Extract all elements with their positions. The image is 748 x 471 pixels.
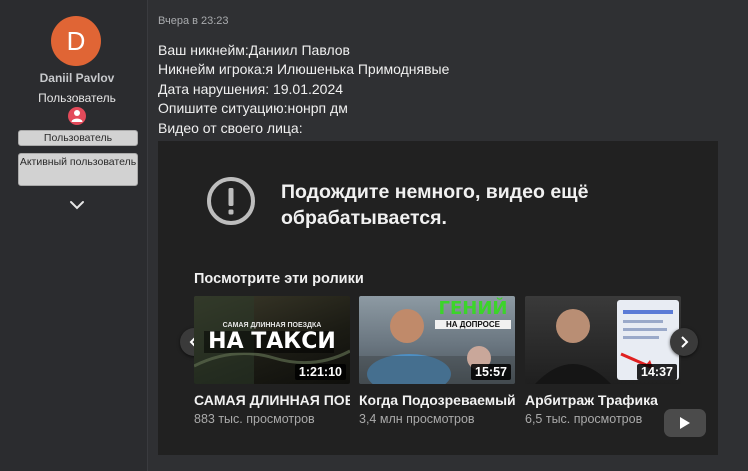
suggestions-heading: Посмотрите эти ролики bbox=[194, 271, 364, 287]
youtube-logo-icon[interactable] bbox=[664, 409, 706, 437]
suggested-video-card[interactable]: 14:37 Арбитраж Трафика 6,5 тыс. просмотр… bbox=[525, 296, 681, 426]
message-author-sidebar: D Daniil Pavlov Пользователь Пользовател… bbox=[0, 0, 148, 471]
video-title[interactable]: Арбитраж Трафика bbox=[525, 392, 681, 408]
video-duration: 15:57 bbox=[471, 364, 511, 380]
video-duration: 14:37 bbox=[637, 364, 677, 380]
post-line-video: Видео от своего лица: bbox=[158, 119, 303, 136]
thumbnail-overlay-title: НА ТАКСИ bbox=[208, 329, 336, 354]
video-views: 6,5 тыс. просмотров bbox=[525, 412, 643, 426]
user-role-icon bbox=[68, 107, 86, 125]
thumbnail-overlay-title: НА ДОПРОСЕ bbox=[435, 320, 511, 329]
user-banner-active: Активный пользователь bbox=[18, 153, 138, 186]
video-thumbnail[interactable]: САМАЯ ДЛИННАЯ ПОЕЗДКА НА ТАКСИ 1:21:10 bbox=[194, 296, 350, 384]
post-body: Ваш никнейм:Даниил Павлов Никнейм игрока… bbox=[158, 41, 449, 138]
user-banner-member: Пользователь bbox=[18, 130, 138, 146]
video-thumbnail[interactable]: 14:37 bbox=[525, 296, 681, 384]
video-thumbnail[interactable]: ГЕНИЙ НА ДОПРОСЕ 15:57 bbox=[359, 296, 515, 384]
video-title[interactable]: Когда Подозреваемый Гений на допросе bbox=[359, 392, 515, 408]
suggested-video-card[interactable]: ГЕНИЙ НА ДОПРОСЕ 15:57 Когда Подозреваем… bbox=[359, 296, 515, 426]
play-icon bbox=[680, 417, 690, 429]
video-duration: 1:21:10 bbox=[294, 364, 346, 380]
chevron-down-icon[interactable] bbox=[69, 200, 85, 210]
processing-message: Подождите немного, видео ещё обрабатывае… bbox=[281, 181, 589, 229]
thumbnail-overlay-caption: САМАЯ ДЛИННАЯ ПОЕЗДКА bbox=[222, 322, 322, 329]
exclamation-circle-icon bbox=[207, 177, 255, 225]
post-line-situation: Опишите ситуацию:нонрп дм bbox=[158, 100, 348, 117]
message-content: Вчера в 23:23 Ваш никнейм:Даниил Павлов … bbox=[158, 0, 743, 471]
post-line-date: Дата нарушения: 19.01.2024 bbox=[158, 80, 344, 97]
post-line-nickname: Ваш никнейм:Даниил Павлов bbox=[158, 42, 350, 58]
carousel-next-button[interactable] bbox=[670, 328, 698, 356]
video-views: 3,4 млн просмотров bbox=[359, 412, 475, 426]
embedded-video-player[interactable]: Подождите немного, видео ещё обрабатывае… bbox=[158, 141, 718, 455]
suggested-video-card[interactable]: САМАЯ ДЛИННАЯ ПОЕЗДКА НА ТАКСИ 1:21:10 С… bbox=[194, 296, 350, 426]
author-name[interactable]: Daniil Pavlov bbox=[0, 71, 154, 85]
avatar[interactable]: D bbox=[51, 16, 101, 66]
post-timestamp[interactable]: Вчера в 23:23 bbox=[158, 15, 229, 27]
author-role: Пользователь bbox=[38, 91, 116, 105]
post-line-player: Никнейм игрока:я Илюшенька Примоднявые bbox=[158, 61, 450, 78]
video-title[interactable]: САМАЯ ДЛИННАЯ ПОЕЗДКА НА ТАКСИ bbox=[194, 392, 350, 408]
video-views: 883 тыс. просмотров bbox=[194, 412, 315, 426]
thumbnail-overlay-caption: ГЕНИЙ bbox=[438, 298, 508, 319]
chevron-right-icon bbox=[681, 336, 689, 348]
